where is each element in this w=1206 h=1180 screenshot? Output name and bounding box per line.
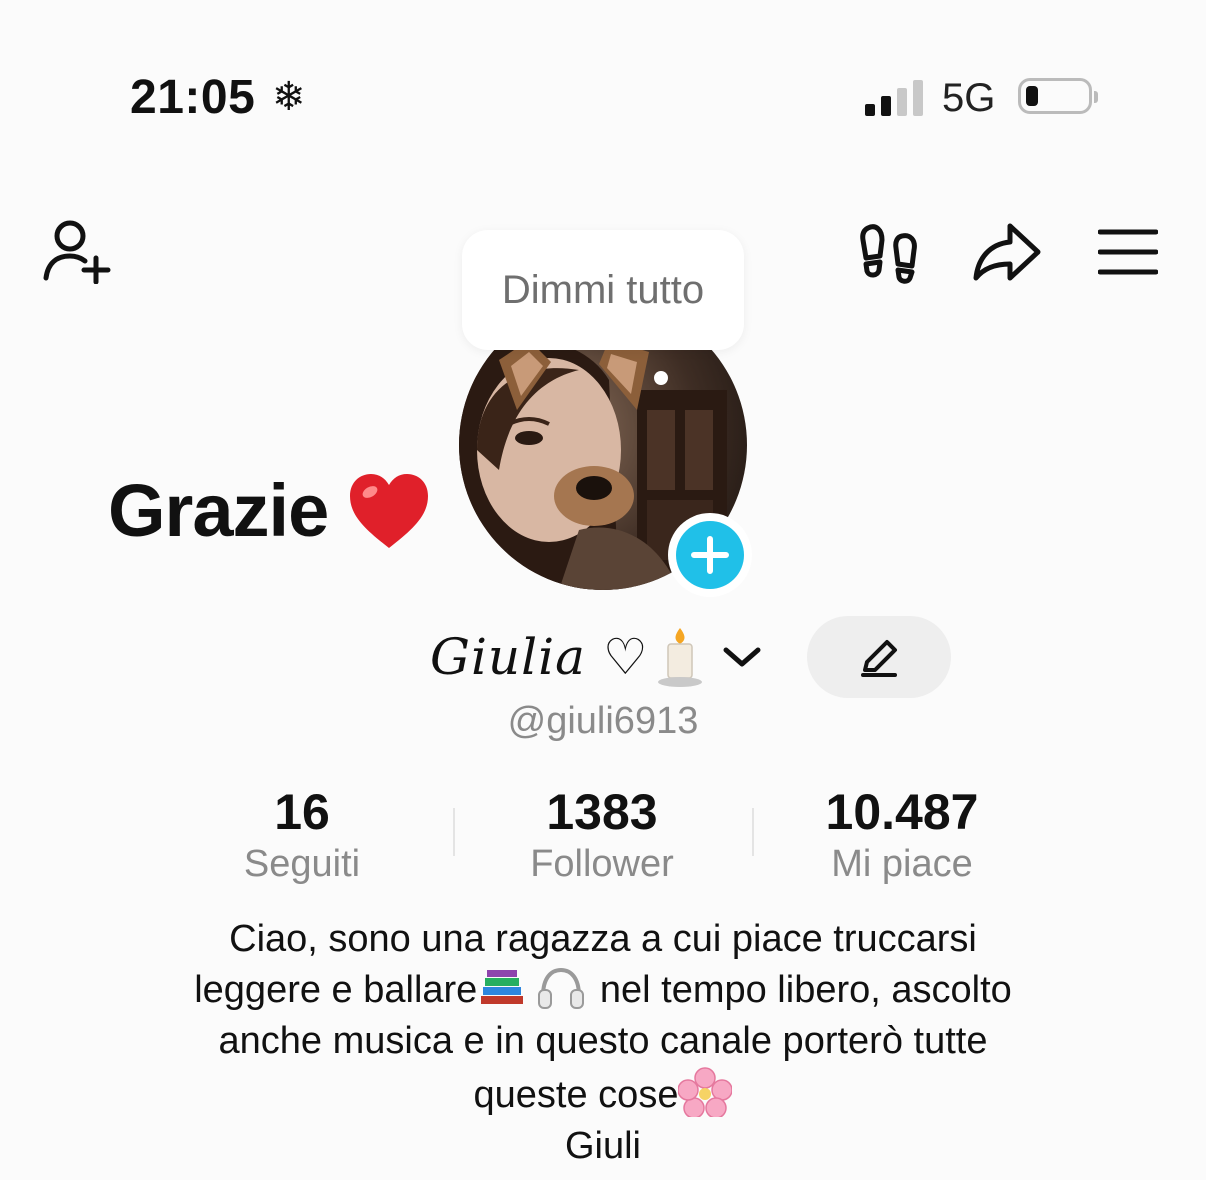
- battery-icon: [1018, 78, 1098, 114]
- hamburger-menu-icon[interactable]: [1098, 228, 1158, 276]
- footprints-icon[interactable]: [858, 222, 920, 284]
- sticker-text: Grazie: [108, 469, 329, 552]
- add-friend-icon[interactable]: [40, 218, 116, 284]
- cellular-signal-icon: [865, 80, 925, 116]
- stat-followers-label: Follower: [530, 843, 674, 885]
- bio-line: leggere e ballare nel tempo libero, asco…: [100, 965, 1106, 1016]
- cherry-blossom-icon: [677, 1067, 734, 1119]
- stat-following[interactable]: 16 Seguiti: [152, 784, 452, 888]
- bio-text: nel tempo libero, ascolto: [589, 969, 1012, 1011]
- stat-followers-value: 1383: [546, 784, 658, 840]
- username-handle: @giuli6913: [507, 700, 699, 742]
- profile-bio: Ciao, sono una ragazza a cui piace trucc…: [100, 914, 1106, 1172]
- headphones-icon: [538, 967, 585, 1009]
- stat-likes-value: 10.487: [825, 784, 979, 840]
- chevron-down-icon[interactable]: [722, 644, 762, 670]
- bio-signature: Giuli: [564, 1125, 642, 1167]
- stat-likes-label: Mi piace: [831, 843, 973, 885]
- edit-profile-button[interactable]: [807, 616, 951, 698]
- bio-text: queste cose: [473, 1074, 679, 1116]
- note-bubble-text: Dimmi tutto: [501, 268, 705, 312]
- plus-icon: [676, 521, 744, 589]
- stat-following-value: 16: [274, 784, 330, 840]
- books-icon: [481, 970, 524, 1004]
- add-story-button[interactable]: [668, 513, 752, 597]
- bio-text: leggere e ballare: [194, 969, 478, 1011]
- stat-followers[interactable]: 1383 Follower: [452, 784, 752, 888]
- bio-line: Ciao, sono una ragazza a cui piace trucc…: [229, 918, 977, 960]
- red-heart-icon: [350, 474, 428, 548]
- display-name: Giulia ♡: [430, 628, 649, 686]
- bio-line: anche musica e in questo canale porterò …: [218, 1020, 988, 1062]
- bio-line: queste cose: [100, 1067, 1106, 1121]
- share-arrow-icon[interactable]: [970, 220, 1044, 284]
- candle-icon: [658, 628, 702, 687]
- pencil-icon: [861, 640, 897, 677]
- snowflake-icon: ❄: [272, 75, 306, 119]
- network-type: 5G: [942, 76, 996, 120]
- status-time: 21:05: [130, 71, 256, 124]
- note-bubble[interactable]: Dimmi tutto: [462, 230, 744, 350]
- stat-likes[interactable]: 10.487 Mi piace: [752, 784, 1052, 888]
- stat-following-label: Seguiti: [243, 843, 361, 885]
